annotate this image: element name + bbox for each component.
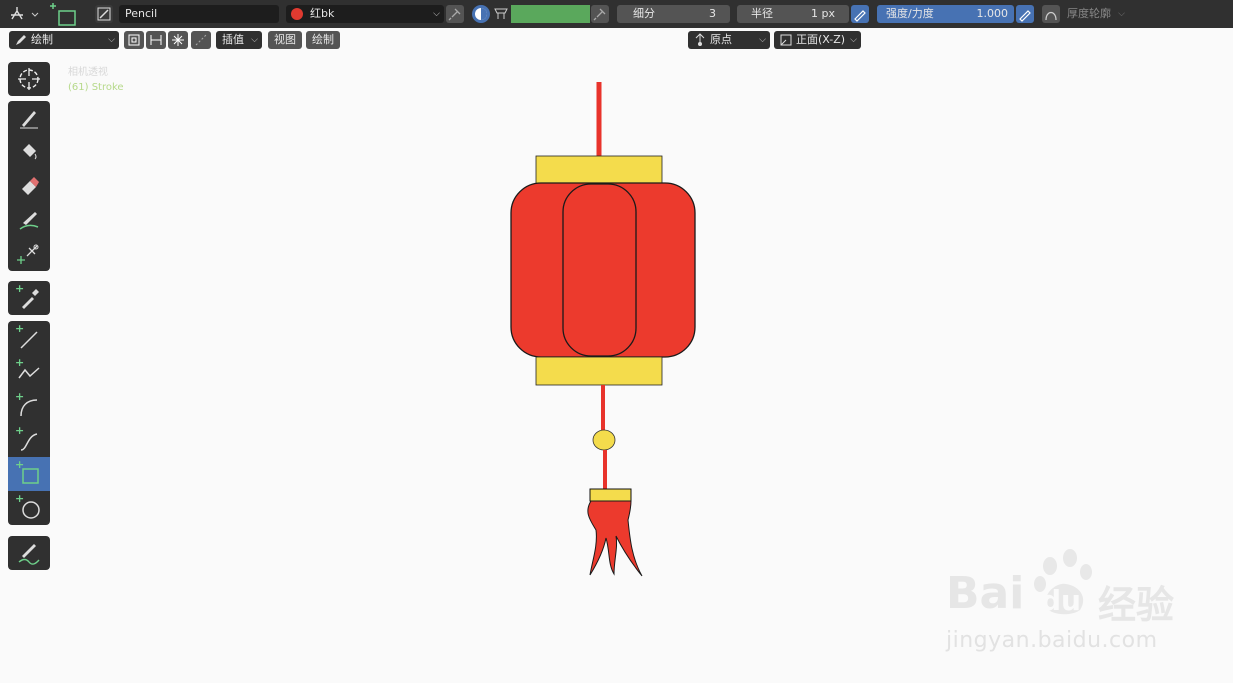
baidu-watermark: Bai du 经验 jingyan.baidu.com <box>946 548 1176 653</box>
lantern-bottom-cap <box>535 356 663 386</box>
watermark-brand-tail: du <box>1041 584 1081 617</box>
watermark-url: jingyan.baidu.com <box>946 628 1158 653</box>
lantern-top-cap <box>535 155 663 185</box>
lantern-bead <box>592 429 616 451</box>
lantern-center-rib <box>562 183 637 357</box>
tassel-cap <box>589 488 632 502</box>
lantern-tassel <box>587 500 643 577</box>
watermark-brand: Bai <box>946 568 1025 619</box>
watermark-site-cn: 经验 <box>1098 583 1175 627</box>
